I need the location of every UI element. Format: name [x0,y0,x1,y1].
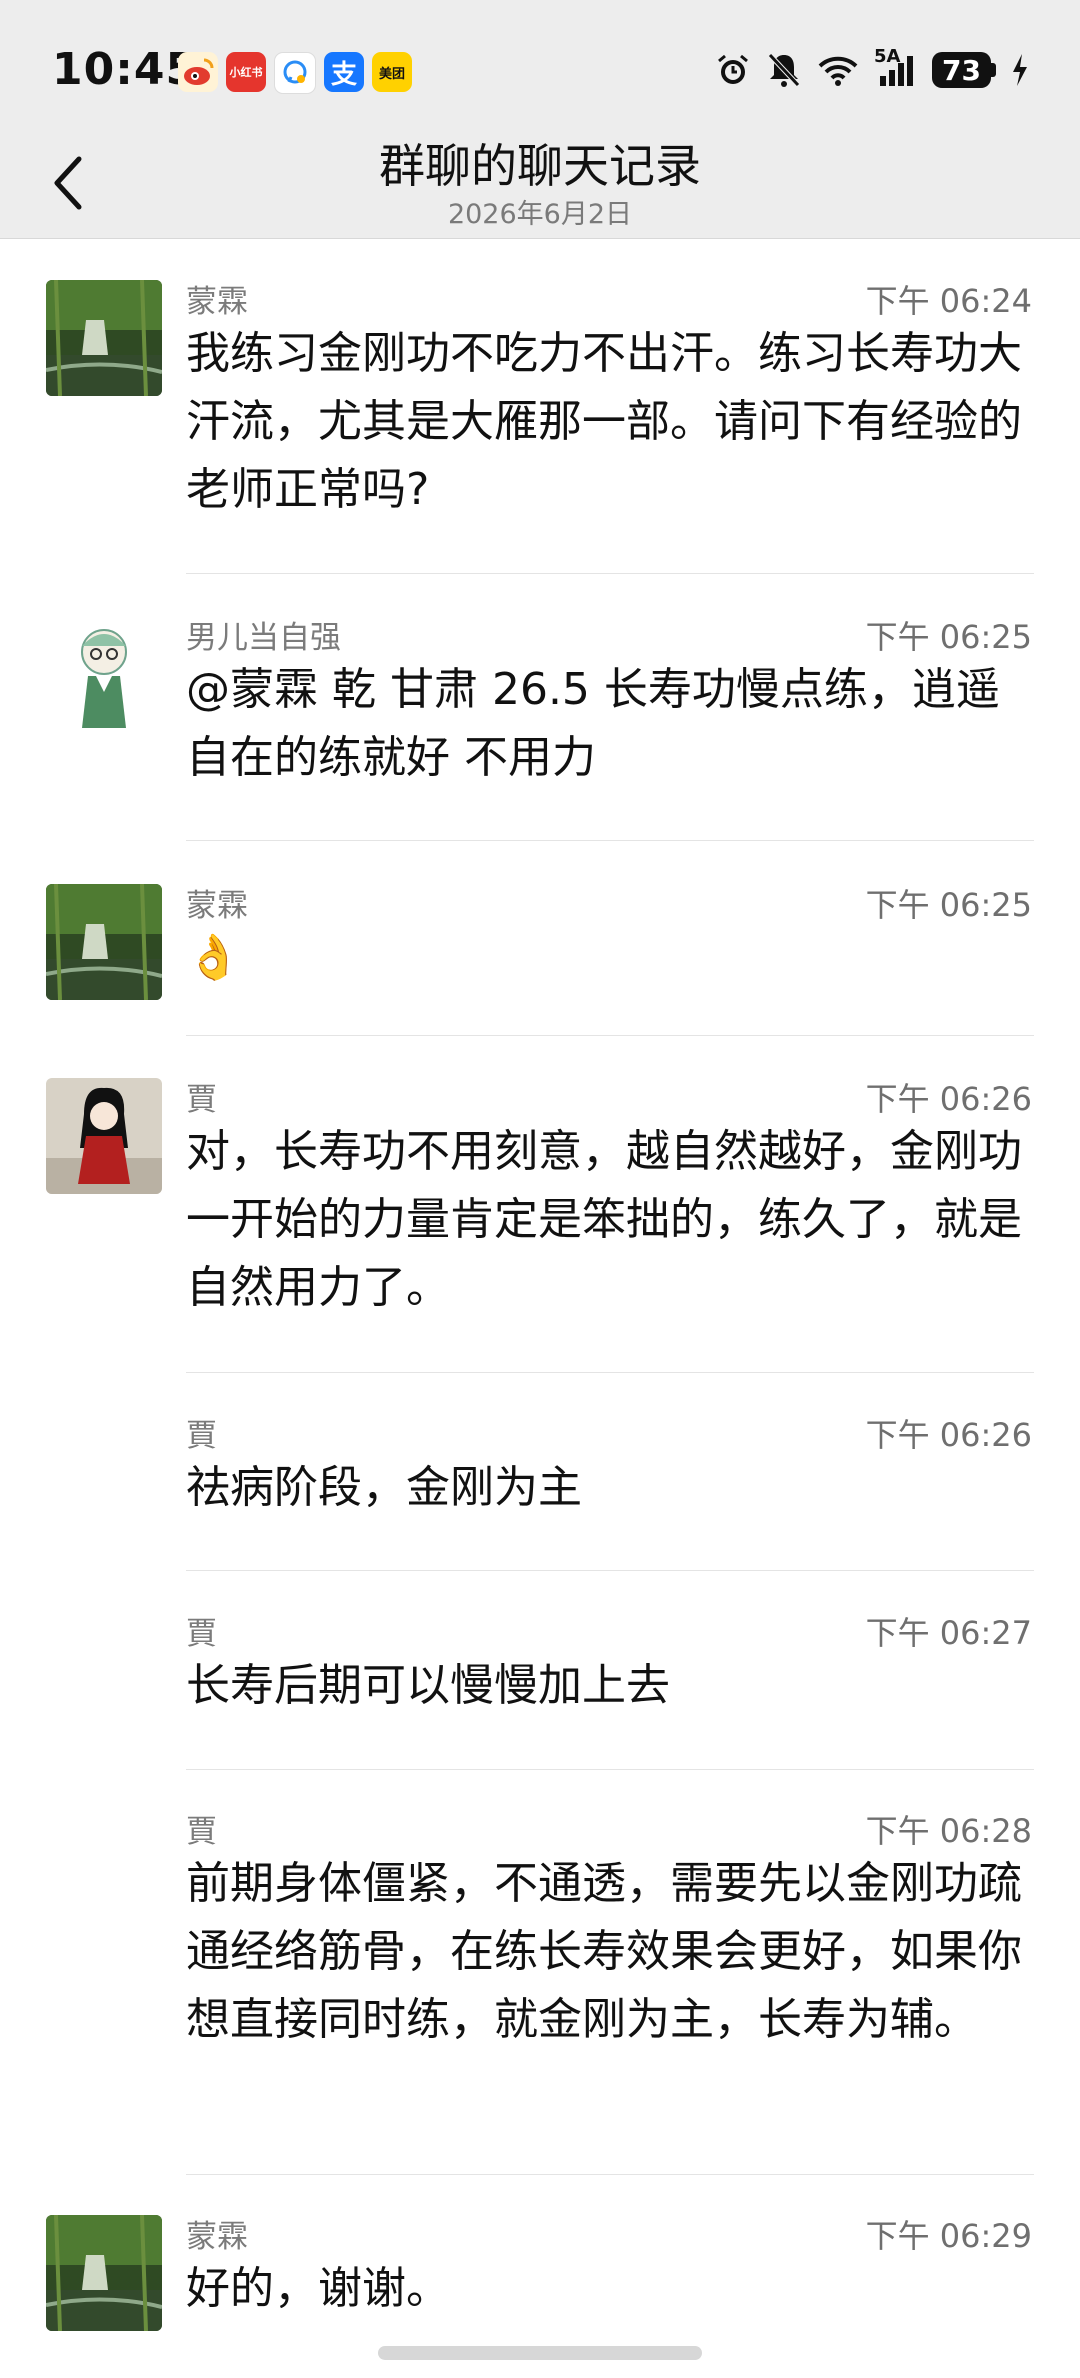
message-text: 我练习金刚功不吃力不出汗。练习长寿功大汗流，尤其是大雁那一部。请问下有经验的老师… [186,328,1022,515]
avatar[interactable] [46,884,162,1000]
divider [186,1769,1034,1770]
clock: 10:45 [52,44,198,95]
meituan-icon: 美团 [372,52,412,92]
message-time: 下午 06:25 [865,618,1032,656]
charging-icon [1010,50,1030,90]
avatar[interactable] [46,2215,162,2331]
message-text: 祛病阶段，金刚为主 [186,1462,582,1513]
divider [186,840,1034,841]
sender-name: 賈 [186,1082,217,1118]
avatar[interactable] [46,1078,162,1194]
page-title: 群聊的聊天记录 [379,139,701,193]
system-icons: 5A 73 [714,46,1030,90]
divider [186,573,1034,574]
notification-app-icons: 小红书 支 美团 [178,52,412,96]
message-text: @蒙霖 乾 甘肃 26.5 长寿功慢点练，逍遥自在的练就好 不用力 [186,664,1000,783]
message-time: 下午 06:24 [865,282,1032,320]
sender-name: 蒙霖 [186,888,248,924]
wifi-icon [816,50,860,90]
nav-bar: 群聊的聊天记录 2026年6月2日 [0,130,1080,239]
home-indicator[interactable] [378,2346,702,2360]
status-bar: 10:45 小红书 支 美团 5A 73 [0,0,1080,130]
message-time: 下午 06:29 [865,2217,1032,2255]
cellular-signal-icon: 5A [874,46,918,90]
message-time: 下午 06:26 [865,1416,1032,1454]
weibo-icon [178,52,218,92]
message-time: 下午 06:27 [865,1614,1032,1652]
chat-bubble-icon [274,52,316,94]
divider [186,1570,1034,1571]
ok-hand-emoji: 👌 [186,932,241,983]
divider [186,1035,1034,1036]
divider [186,1372,1034,1373]
mute-bell-icon [766,50,802,90]
message-text: 好的，谢谢。 [186,2263,450,2314]
message-text: 长寿后期可以慢慢加上去 [186,1660,670,1711]
sender-name: 蒙霖 [186,284,248,320]
chat-date: 2026年6月2日 [447,199,633,230]
xiaohongshu-icon: 小红书 [226,52,266,92]
message-time: 下午 06:25 [865,886,1032,924]
battery-icon: 73 [932,50,996,90]
alarm-icon [714,50,752,90]
message-text: 对，长寿功不用刻意，越自然越好，金刚功一开始的力量肯定是笨拙的，练久了，就是自然… [186,1126,1022,1313]
sender-name: 蒙霖 [186,2219,248,2255]
message-time: 下午 06:26 [865,1080,1032,1118]
sender-name: 男儿当自强 [186,620,341,656]
message-time: 下午 06:28 [865,1812,1032,1850]
sender-name: 賈 [186,1616,217,1652]
message-text: 前期身体僵紧，不通透，需要先以金刚功疏通经络筋骨，在练长寿效果会更好，如果你想直… [186,1858,1022,2045]
avatar[interactable] [46,280,162,396]
alipay-icon: 支 [324,52,364,92]
divider [186,2174,1034,2175]
sender-name: 賈 [186,1418,217,1454]
sender-name: 賈 [186,1814,217,1850]
avatar[interactable] [46,616,162,732]
